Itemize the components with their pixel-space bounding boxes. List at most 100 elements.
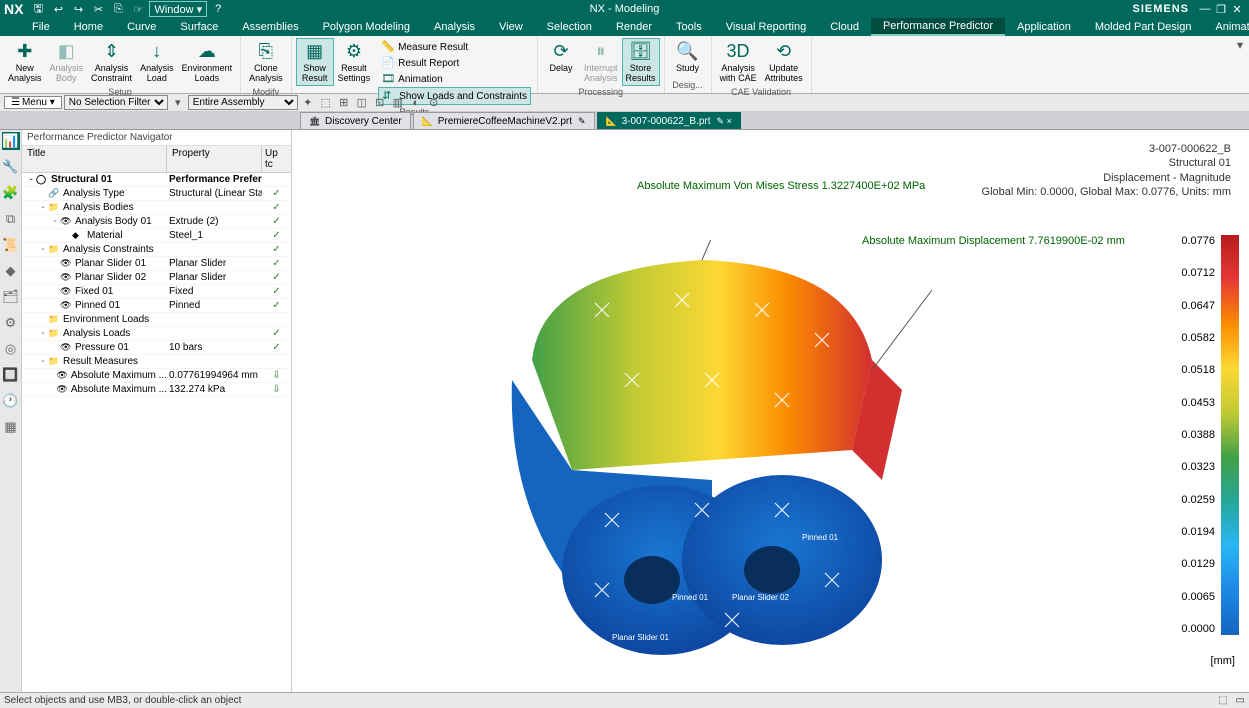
undo-icon[interactable]: ↩ (49, 1, 67, 17)
tb-icon-3[interactable]: ⊞ (336, 95, 352, 110)
close-button[interactable]: ✕ (1229, 3, 1245, 16)
ribbon-analysis-with-cae-button[interactable]: 3DAnalysiswith CAE (716, 38, 761, 86)
menu-item-performance-predictor[interactable]: Performance Predictor (871, 18, 1005, 36)
restore-button[interactable]: ❐ (1213, 3, 1229, 16)
menu-item-polygon-modeling[interactable]: Polygon Modeling (311, 18, 422, 36)
assembly-scope-select[interactable]: Entire Assembly (188, 95, 298, 110)
rail-browser-icon[interactable]: 🗂 (2, 288, 20, 306)
nav-row[interactable]: -👁Analysis Body 01Extrude (2)✓ (22, 215, 291, 229)
ribbon-environment-loads-button[interactable]: ☁EnvironmentLoads (178, 38, 237, 86)
rail-constraint-icon[interactable]: ⧉ (2, 210, 20, 228)
nav-row[interactable]: 👁Planar Slider 02Planar Slider✓ (22, 271, 291, 285)
menu-button[interactable]: ☰Menu ▾ (4, 96, 62, 109)
tb-icon-6[interactable]: ▥ (390, 95, 406, 110)
rail-other1-icon[interactable]: ⚙ (2, 314, 20, 332)
help-icon[interactable]: ? (209, 1, 227, 17)
nav-row[interactable]: 👁Planar Slider 01Planar Slider✓ (22, 257, 291, 271)
brand-label: SIEMENS (1132, 3, 1189, 15)
ribbon-analysis-constraint-button[interactable]: ⇕AnalysisConstraint (87, 38, 136, 86)
rail-other3-icon[interactable]: 🔲 (2, 366, 20, 384)
filter-icon[interactable]: ▾ (170, 95, 186, 110)
menu-item-analysis[interactable]: Analysis (422, 18, 487, 36)
color-scale: 0.07760.07120.06470.05820.05180.04530.03… (1181, 235, 1239, 635)
menu-item-tools[interactable]: Tools (664, 18, 714, 36)
tb-icon-7[interactable]: ◐ (408, 95, 424, 110)
window-title: NX - Modeling (590, 3, 660, 15)
menu-item-render[interactable]: Render (604, 18, 664, 36)
nav-row[interactable]: 👁Absolute Maximum ...0.07761994964 mm⇩ (22, 369, 291, 383)
ribbon-expand-icon[interactable]: ▾ (1231, 36, 1249, 93)
ribbon-result-settings-button[interactable]: ⚙ResultSettings (334, 38, 375, 86)
status-icon-2[interactable]: ▭ (1236, 695, 1245, 706)
ribbon-new-analysis-button[interactable]: ✚NewAnalysis (4, 38, 46, 86)
ribbon-animation-button[interactable]: 🎞Animation (378, 71, 531, 87)
ribbon-delay-button[interactable]: ⟳Delay (542, 38, 580, 76)
ribbon-update-attributes-button[interactable]: ⟲UpdateAttributes (761, 38, 807, 86)
main-area: 📊 🔧 🧩 ⧉ 📜 ◆ 🗂 ⚙ ◎ 🔲 🕐 ▦ Performance Pred… (0, 130, 1249, 692)
rail-other4-icon[interactable]: ▦ (2, 418, 20, 436)
tb-icon-4[interactable]: ◫ (354, 95, 370, 110)
tb-icon-1[interactable]: ✦ (300, 95, 316, 110)
nav-row[interactable]: -📁Analysis Loads✓ (22, 327, 291, 341)
menu-item-surface[interactable]: Surface (168, 18, 230, 36)
tb-icon-2[interactable]: ⬚ (318, 95, 334, 110)
rail-other2-icon[interactable]: ◎ (2, 340, 20, 358)
nav-row[interactable]: 👁Fixed 01Fixed✓ (22, 285, 291, 299)
menu-item-application[interactable]: Application (1005, 18, 1083, 36)
nav-row[interactable]: 👁Pinned 01Pinned✓ (22, 299, 291, 313)
nav-row[interactable]: 👁Absolute Maximum ...132.274 kPa⇩ (22, 383, 291, 397)
doc-tab[interactable]: 📐3-007-000622_B.prt✎ × (597, 112, 741, 129)
redo-icon[interactable]: ↪ (69, 1, 87, 17)
doc-tab[interactable]: 📐PremiereCoffeeMachineV2.prt✎ (413, 112, 595, 129)
copy-icon[interactable]: ⎘ (109, 1, 127, 17)
menu-item-visual-reporting[interactable]: Visual Reporting (714, 18, 819, 36)
doc-tab[interactable]: 🏛Discovery Center (300, 112, 411, 129)
annotation-slider1: Planar Slider 01 (612, 633, 669, 642)
minimize-button[interactable]: — (1197, 3, 1213, 15)
save-icon[interactable]: 🖫 (29, 1, 47, 17)
3d-viewport[interactable]: 3-007-000622_BStructural 01Displacement … (292, 130, 1249, 692)
selection-filter-select[interactable]: No Selection Filter (64, 95, 168, 110)
ribbon-group-modify: ⎘CloneAnalysis Modify (241, 36, 292, 93)
rail-assembly-icon[interactable]: 🔧 (2, 158, 20, 176)
navigator-title: Performance Predictor Navigator (22, 130, 291, 146)
rail-clock-icon[interactable]: 🕐 (2, 392, 20, 410)
nav-row[interactable]: ◆MaterialSteel_1✓ (22, 229, 291, 243)
nav-row[interactable]: 👁Pressure 0110 bars✓ (22, 341, 291, 355)
menu-item-cloud[interactable]: Cloud (818, 18, 871, 36)
ribbon-store-results-button[interactable]: 🗄StoreResults (622, 38, 660, 86)
rail-material-icon[interactable]: ◆ (2, 262, 20, 280)
status-icon-1[interactable]: ⬚ (1218, 695, 1227, 706)
nav-row[interactable]: 📁Environment Loads (22, 313, 291, 327)
window-menu[interactable]: Window ▾ (149, 1, 207, 17)
ribbon-show-result-button[interactable]: ▦ShowResult (296, 38, 334, 86)
ribbon-analysis-load-button[interactable]: ↓AnalysisLoad (136, 38, 178, 86)
col-property[interactable]: Property (167, 146, 262, 172)
ribbon-clone-analysis-button[interactable]: ⎘CloneAnalysis (245, 38, 287, 86)
col-title[interactable]: Title (22, 146, 167, 172)
rail-part-icon[interactable]: 🧩 (2, 184, 20, 202)
menu-item-animation-designer[interactable]: Animation Designer (1203, 18, 1249, 36)
tb-icon-8[interactable]: ⊙ (426, 95, 442, 110)
rail-predictor-icon[interactable]: 📊 (2, 132, 20, 150)
cut-icon[interactable]: ✂ (89, 1, 107, 17)
ribbon-measure-result-button[interactable]: 📏Measure Result (378, 39, 531, 55)
menu-item-home[interactable]: Home (62, 18, 115, 36)
touch-icon[interactable]: ☞ (129, 1, 147, 17)
nav-row[interactable]: 🔗Analysis TypeStructural (Linear Statics… (22, 187, 291, 201)
rail-history-icon[interactable]: 📜 (2, 236, 20, 254)
ribbon-study-button[interactable]: 🔍Study (669, 38, 707, 76)
ribbon-result-report-button[interactable]: 📄Result Report (378, 55, 531, 71)
menu-item-molded-part-design[interactable]: Molded Part Design (1083, 18, 1204, 36)
nav-row[interactable]: -📁Analysis Bodies✓ (22, 201, 291, 215)
nav-row[interactable]: -📁Result Measures (22, 355, 291, 369)
col-uptodate[interactable]: Up tc (262, 146, 291, 172)
menu-item-file[interactable]: File (20, 18, 62, 36)
menu-item-assemblies[interactable]: Assemblies (230, 18, 310, 36)
nav-row[interactable]: -📁Analysis Constraints✓ (22, 243, 291, 257)
nav-row[interactable]: -◯Structural 01Performance Preferred (22, 173, 291, 187)
menu-item-view[interactable]: View (487, 18, 535, 36)
menu-item-curve[interactable]: Curve (115, 18, 168, 36)
tb-icon-5[interactable]: ⊡ (372, 95, 388, 110)
menu-item-selection[interactable]: Selection (535, 18, 604, 36)
